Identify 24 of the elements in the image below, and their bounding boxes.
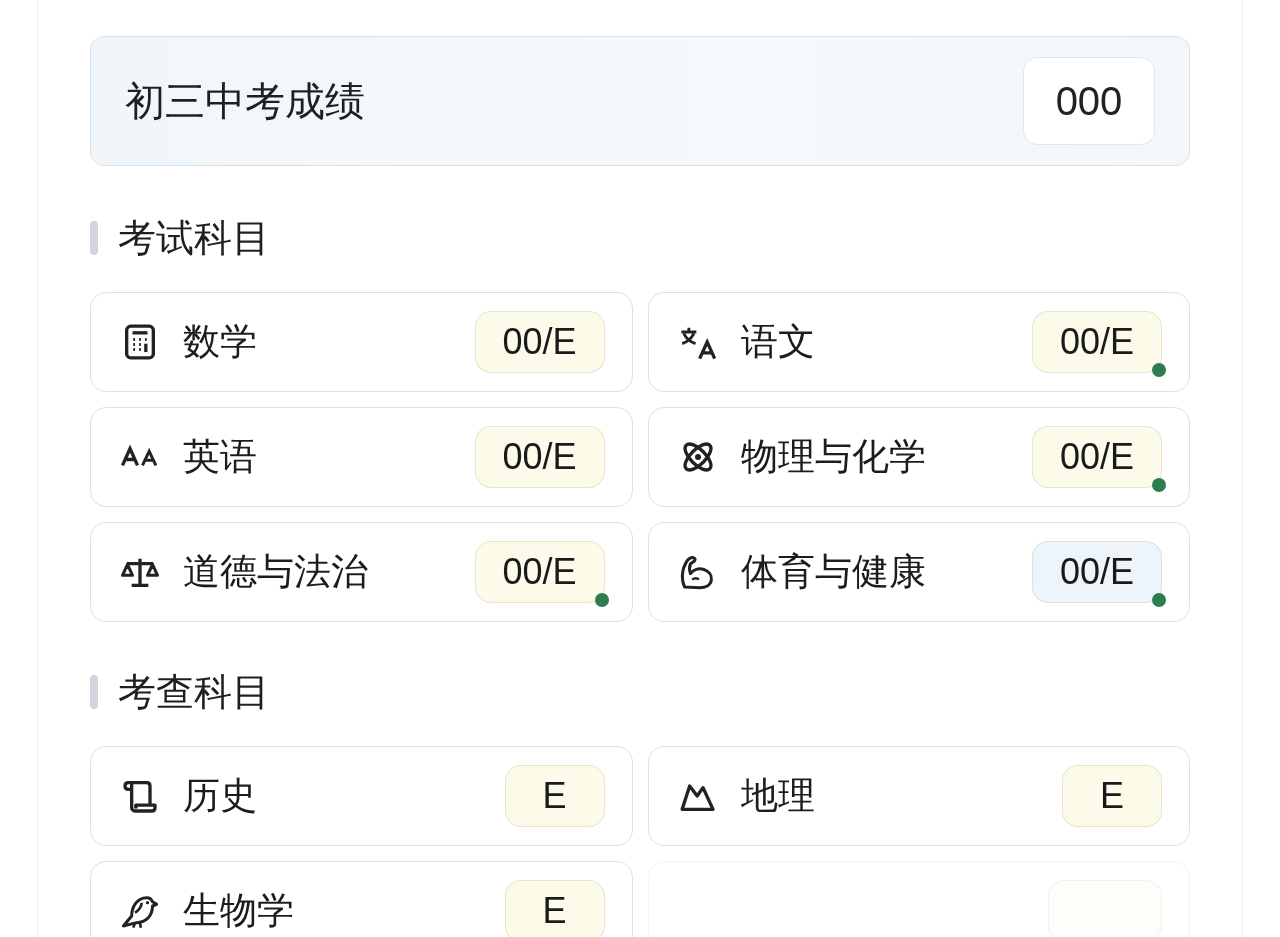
subject-name: 地理 <box>740 773 816 819</box>
subject-name: 英语 <box>183 434 258 480</box>
section-title: 考查科目 <box>118 668 270 716</box>
score-badge: E <box>1062 765 1162 827</box>
score-badge: E <box>504 880 605 937</box>
score-badge: 00/E <box>474 426 605 488</box>
total-score: 000 <box>1023 57 1155 145</box>
section-marker <box>90 221 98 255</box>
score-badge: 00/E <box>1032 541 1162 603</box>
subject-name: 物理与化学 <box>740 434 927 480</box>
subject-name: 体育与健康 <box>740 549 927 595</box>
subject-name: 生物学 <box>183 888 295 934</box>
subject-name: 历史 <box>183 773 258 819</box>
section-marker <box>90 675 98 709</box>
header-title: 初三中考成绩 <box>125 76 365 126</box>
subject-name: 语文 <box>740 319 816 365</box>
score-badge: 00/E <box>1032 426 1162 488</box>
score-badge: 00/E <box>1032 311 1162 373</box>
subject-name: 数学 <box>183 319 258 365</box>
score-badge: 00/E <box>474 311 605 373</box>
subject-name: 道德与法治 <box>183 549 369 595</box>
section-title: 考试科目 <box>118 214 270 262</box>
score-badge: E <box>504 765 605 827</box>
score-badge: 00/E <box>474 541 605 603</box>
